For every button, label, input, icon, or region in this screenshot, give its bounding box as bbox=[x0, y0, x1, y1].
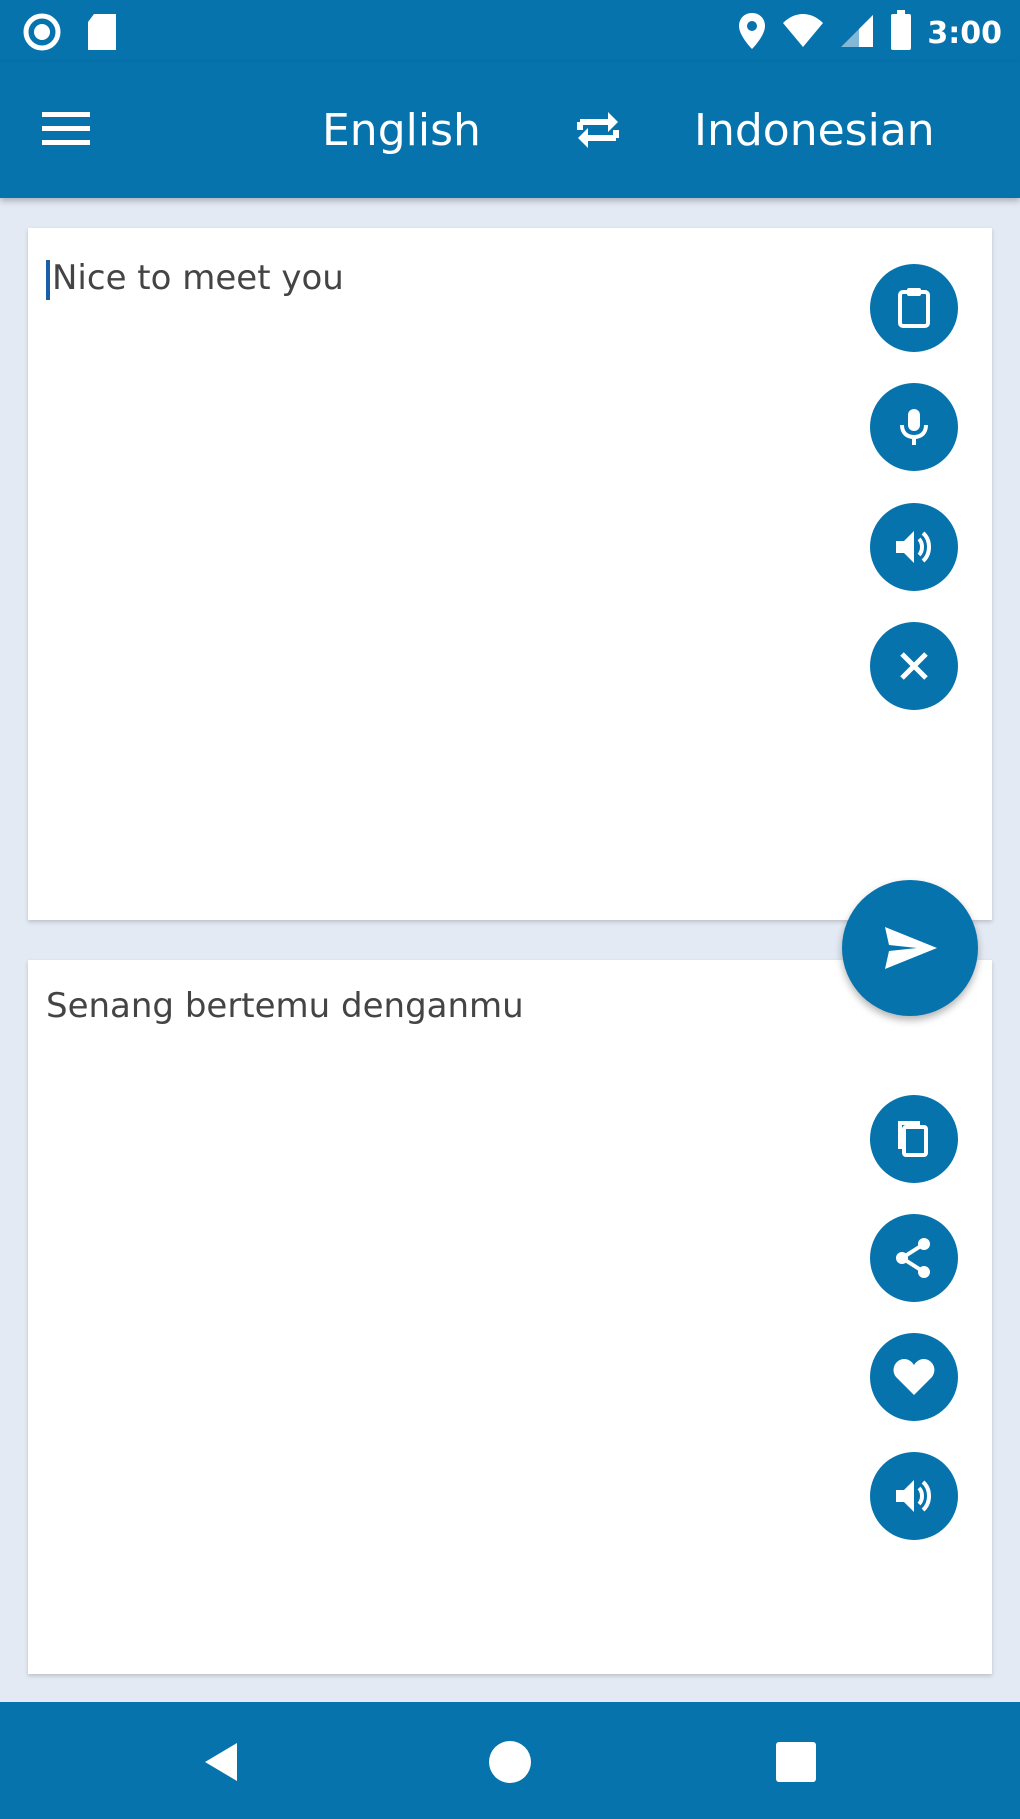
microphone-icon[interactable] bbox=[870, 383, 958, 471]
cell-signal-icon bbox=[839, 11, 875, 56]
share-icon[interactable] bbox=[870, 1214, 958, 1302]
speaker-icon[interactable] bbox=[870, 1452, 958, 1540]
app-bar: English Indonesian bbox=[0, 62, 1020, 198]
recents-icon[interactable] bbox=[766, 1732, 826, 1792]
source-language-selector[interactable]: English bbox=[322, 104, 481, 158]
home-icon[interactable] bbox=[480, 1732, 540, 1792]
circle-status-icon bbox=[22, 12, 62, 57]
back-icon[interactable] bbox=[192, 1732, 252, 1792]
swap-languages-icon[interactable] bbox=[572, 104, 624, 156]
status-time: 3:00 bbox=[927, 16, 1002, 51]
system-nav-bar bbox=[0, 1702, 1020, 1819]
source-panel: Nice to meet you bbox=[28, 228, 992, 920]
source-text: Nice to meet you bbox=[52, 258, 344, 298]
location-icon bbox=[737, 11, 767, 56]
wifi-icon bbox=[781, 11, 825, 56]
translated-text: Senang bertemu denganmu bbox=[46, 986, 524, 1026]
target-panel: Senang bertemu denganmu bbox=[28, 960, 992, 1674]
source-text-input[interactable]: Nice to meet you bbox=[46, 258, 344, 300]
favorite-icon[interactable] bbox=[870, 1333, 958, 1421]
battery-icon bbox=[889, 10, 913, 57]
status-bar-right: 3:00 bbox=[737, 10, 1002, 57]
text-cursor bbox=[46, 259, 50, 300]
target-language-selector[interactable]: Indonesian bbox=[694, 104, 935, 158]
speaker-icon[interactable] bbox=[870, 503, 958, 591]
sd-card-icon bbox=[84, 12, 120, 57]
copy-icon[interactable] bbox=[870, 1095, 958, 1183]
status-bar-left bbox=[22, 12, 120, 57]
send-icon[interactable] bbox=[842, 880, 978, 1016]
clear-icon[interactable] bbox=[870, 622, 958, 710]
status-bar: 3:00 bbox=[0, 0, 1020, 62]
hamburger-menu-icon[interactable] bbox=[40, 104, 94, 154]
clipboard-icon[interactable] bbox=[870, 264, 958, 352]
